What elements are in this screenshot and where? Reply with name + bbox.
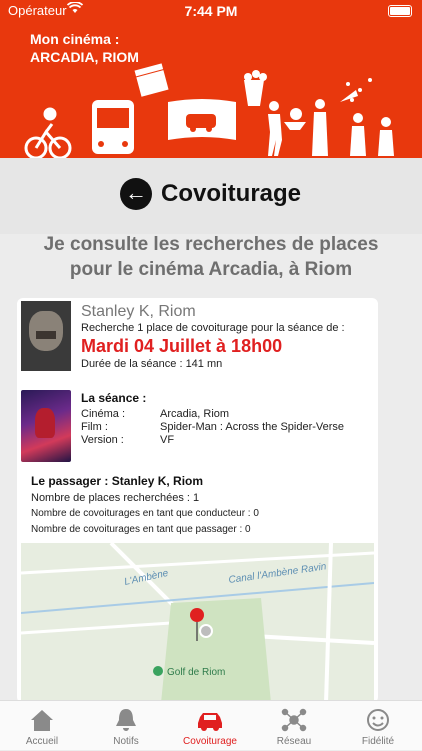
passenger-count: Nombre de covoiturages en tant que passa… [31,524,251,535]
seance-label: Version : [81,434,124,446]
cinema-banner[interactable]: Mon cinéma : ARCADIA, RIOM [0,22,422,158]
tab-covoiturage[interactable]: Covoiturage [168,701,252,751]
tab-accueil[interactable]: Accueil [0,701,84,751]
user-name: Stanley K, Riom [81,303,196,320]
session-date: Mardi 04 Juillet à 18h00 [81,336,283,356]
network-icon [281,708,307,732]
back-arrow-icon[interactable]: ← [120,178,152,210]
tab-label: Réseau [276,736,312,747]
seance-value: VF [160,434,175,446]
bus-icon [92,100,134,154]
home-icon [31,710,53,731]
seance-label: Film : [81,421,108,433]
seance-value: Arcadia, Riom [160,408,230,420]
page-title: Covoiturage [161,180,302,207]
request-text: Recherche 1 place de covoiturage pour la… [81,322,345,334]
page-subtitle: Je consulte les recherches de places pou… [0,232,422,282]
session-duration: Durée de la séance : 141 mn [81,358,223,370]
tab-fidelite[interactable]: Fidélité [336,701,420,751]
map-view[interactable]: L'Ambène Canal l'Ambène Ravin Golf de Ri… [21,543,374,703]
poi-label-golf: Golf de Riom [167,667,225,678]
smiley-icon [367,709,389,731]
drive-in-screen-icon [168,99,236,140]
pedestrians-icon [268,99,394,156]
tab-reseau[interactable]: Réseau [252,701,336,751]
golf-icon [153,666,163,676]
car-icon [198,713,222,731]
seance-row-cinema: Cinéma : Arcadia, Riom [81,408,229,420]
banner-illustration [24,63,394,158]
tab-label: Fidélité [361,736,395,747]
seance-heading: La séance : [81,391,147,405]
seance-row-version: Version : VF [81,434,174,446]
clapperboard-icon [134,63,169,97]
tab-label: Notifs [113,736,139,747]
status-bar: Opérateur 7:44 PM [0,0,422,22]
places-count: Nombre de places recherchées : 1 [31,492,200,504]
clock: 7:44 PM [184,3,238,19]
confetti-icon [340,78,372,102]
bell-icon [116,709,136,731]
avatar [21,301,71,371]
passenger-heading: Le passager : Stanley K, Riom [31,474,204,488]
title-bar: ← Covoiturage [0,158,422,234]
tab-label: Accueil [25,736,59,747]
request-card[interactable]: Stanley K, Riom Recherche 1 place de cov… [17,298,378,703]
driver-count: Nombre de covoiturages en tant que condu… [31,508,259,519]
seance-value: Spider-Man : Across the Spider-Verse [160,421,345,433]
tab-bar: Accueil Notifs Covoiturage Réseau Fidéli… [0,700,422,750]
cyclist-icon [24,107,72,158]
seance-row-film: Film : Spider-Man : Across the Spider-Ver… [81,421,344,433]
seance-label: Cinéma : [81,408,126,420]
tab-notifs[interactable]: Notifs [84,701,168,751]
battery-icon [388,5,412,17]
subtitle-line-1: Je consulte les recherches de places [43,234,379,255]
popcorn-icon [244,70,267,106]
subtitle-line-2: pour le cinéma Arcadia, à Riom [69,259,353,280]
movie-poster [21,390,71,462]
tab-label: Covoiturage [183,736,237,747]
